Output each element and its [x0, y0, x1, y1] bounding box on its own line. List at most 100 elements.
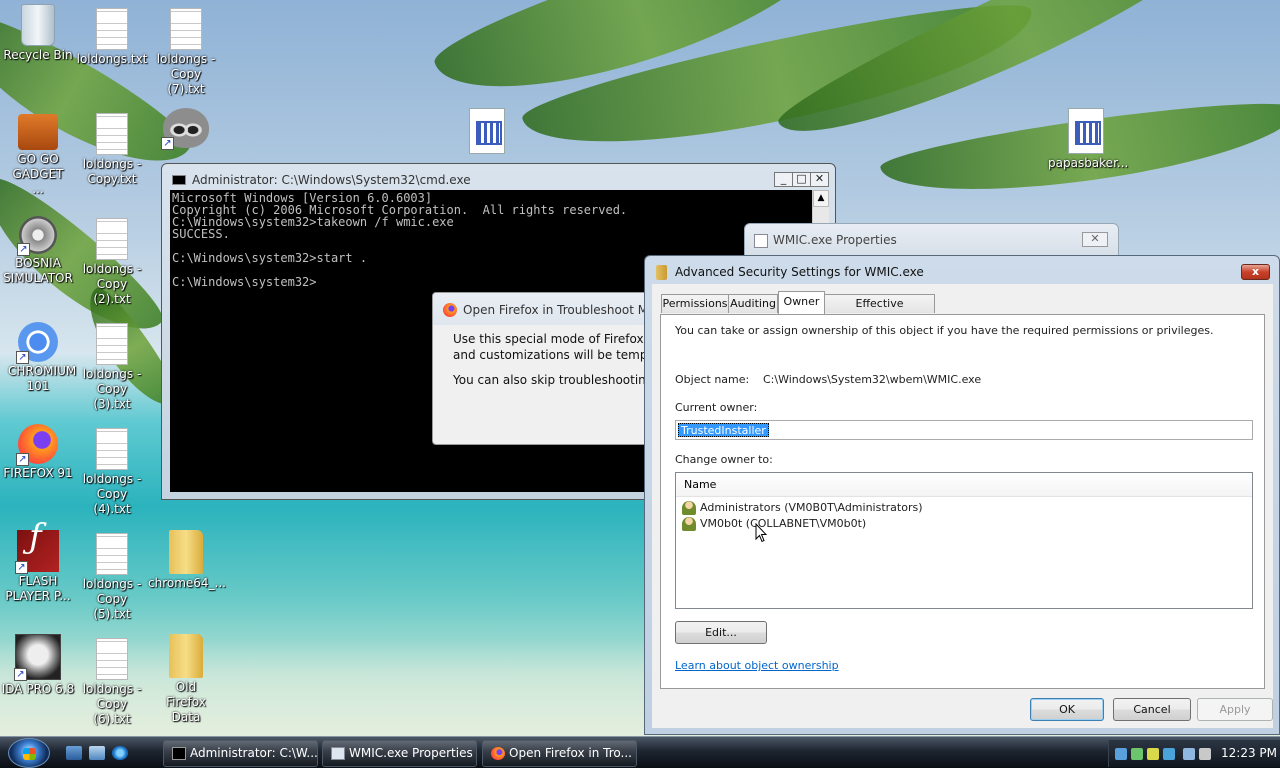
current-owner-field[interactable]: TrustedInstaller	[675, 420, 1253, 440]
apply-button[interactable]: Apply	[1197, 698, 1273, 721]
desktop-icon-loldongs-copy[interactable]: loldongs - Copy.txt	[74, 113, 150, 187]
tray-network-icon[interactable]	[1115, 748, 1127, 760]
owner-tab-panel: You can take or assign ownership of this…	[660, 314, 1265, 689]
desktop-icon-loldongs-copy-4[interactable]: loldongs - Copy (4).txt	[74, 428, 150, 517]
taskbar-button-cmd[interactable]: Administrator: C:\W...	[163, 740, 318, 767]
firefox-icon	[443, 303, 457, 317]
start-button[interactable]	[8, 738, 50, 768]
cmd-title: Administrator: C:\Windows\System32\cmd.e…	[192, 173, 471, 187]
group-icon	[682, 501, 696, 515]
properties-icon	[331, 747, 345, 760]
tray-app-icon[interactable]	[1131, 748, 1143, 760]
console-icon	[172, 747, 186, 760]
current-owner-value: TrustedInstaller	[678, 423, 769, 437]
list-item-vm0b0t[interactable]: VM0b0t (COLLABNET\VM0b0t)	[682, 516, 866, 532]
application-icon	[1068, 108, 1104, 154]
desktop-icon-chrome64[interactable]: chrome64_...	[148, 530, 226, 591]
list-header-name[interactable]: Name	[676, 473, 1252, 497]
internet-explorer-icon[interactable]	[112, 746, 128, 760]
flash-player-icon: ↗	[15, 530, 59, 574]
recycle-bin-icon	[21, 4, 55, 46]
text-file-icon	[96, 533, 128, 575]
mouse-cursor-icon	[755, 523, 767, 543]
tab-owner[interactable]: Owner	[778, 291, 825, 314]
tab-auditing[interactable]: Auditing	[728, 294, 778, 313]
text-file-icon	[96, 428, 128, 470]
tab-permissions[interactable]: Permissions	[661, 294, 729, 313]
advanced-security-title: Advanced Security Settings for WMIC.exe	[675, 265, 924, 279]
text-file-icon	[96, 218, 128, 260]
firefox-troubleshoot-dialog[interactable]: Open Firefox in Troubleshoot Mode Use th…	[432, 292, 672, 445]
cancel-button[interactable]: Cancel	[1113, 698, 1191, 721]
text-file-icon	[170, 8, 202, 50]
close-button[interactable]: ✕	[810, 172, 829, 187]
text-file-icon	[96, 8, 128, 50]
volume-muted-icon[interactable]	[1199, 748, 1211, 760]
taskbar: Administrator: C:\W... WMIC.exe Properti…	[0, 736, 1280, 768]
advanced-security-content: Permissions Auditing Owner Effective Per…	[652, 284, 1273, 728]
object-name-label: Object name:	[675, 373, 750, 386]
desktop-icon-firefox[interactable]: ↗ FIREFOX 91	[0, 424, 76, 481]
console-icon	[172, 175, 186, 185]
desktop-icon-loldongs-copy-3[interactable]: loldongs - Copy (3).txt	[74, 323, 150, 412]
text-file-icon	[96, 113, 128, 155]
show-desktop-icon[interactable]	[66, 746, 82, 760]
desktop-icon-loldongs-copy-2[interactable]: loldongs - Copy (2).txt	[74, 218, 150, 307]
raccoon-icon: ↗	[161, 108, 209, 150]
edit-button[interactable]: Edit...	[675, 621, 767, 644]
advanced-security-title-bar[interactable]: Advanced Security Settings for WMIC.exe …	[645, 256, 1279, 284]
ida-pro-icon: ↗	[14, 634, 61, 681]
cmd-title-bar[interactable]: Administrator: C:\Windows\System32\cmd.e…	[162, 164, 835, 192]
wmic-properties-title: WMIC.exe Properties	[773, 233, 897, 247]
switch-windows-icon[interactable]	[89, 746, 105, 760]
folder-icon	[169, 634, 203, 678]
text-file-icon	[96, 323, 128, 365]
desktop-icon-loldongs[interactable]: loldongs.txt	[74, 8, 150, 67]
tray-app-icon[interactable]	[1163, 748, 1175, 760]
intro-text: You can take or assign ownership of this…	[675, 324, 1214, 337]
application-icon	[469, 108, 505, 154]
tab-effective-permissions[interactable]: Effective Permissions	[824, 294, 935, 327]
desktop-icon-ida-pro[interactable]: ↗ IDA PRO 6.8	[0, 634, 76, 697]
chromium-icon: ↗	[16, 322, 58, 364]
firefox-dialog-text-2: and customizations will be temporar	[453, 348, 672, 362]
ok-button[interactable]: OK	[1030, 698, 1104, 721]
desktop-icon-loldongs-copy-6[interactable]: loldongs - Copy (6).txt	[74, 638, 150, 727]
desktop-icon-loldongs-copy-7[interactable]: loldongs - Copy (7).txt	[148, 8, 224, 97]
maximize-button[interactable]: □	[792, 172, 811, 187]
close-button[interactable]: ✕	[1082, 232, 1108, 247]
firefox-dialog-title: Open Firefox in Troubleshoot Mode	[463, 303, 671, 317]
list-item-administrators[interactable]: Administrators (VM0B0T\Administrators)	[682, 500, 923, 516]
scroll-up-arrow-icon[interactable]: ▲	[813, 190, 829, 207]
wmic-properties-window[interactable]: WMIC.exe Properties ✕	[744, 223, 1119, 259]
current-owner-label: Current owner:	[675, 401, 758, 414]
minimize-button[interactable]: _	[774, 172, 793, 187]
lock-icon	[656, 265, 667, 280]
taskbar-button-wmic-properties[interactable]: WMIC.exe Properties	[322, 740, 477, 767]
folder-icon	[169, 530, 203, 574]
briefcase-icon	[18, 114, 58, 150]
taskbar-button-firefox-dialog[interactable]: Open Firefox in Tro...	[482, 740, 637, 767]
system-tray: 12:23 PM	[1108, 740, 1280, 767]
gear-icon: ↗	[17, 216, 57, 256]
desktop-icon-loldongs-copy-5[interactable]: loldongs - Copy (5).txt	[74, 533, 150, 622]
object-name-value: C:\Windows\System32\wbem\WMIC.exe	[763, 373, 982, 386]
desktop-icon-raccoon[interactable]: ↗	[148, 108, 224, 150]
change-owner-label: Change owner to:	[675, 453, 773, 466]
learn-ownership-link[interactable]: Learn about object ownership	[675, 659, 839, 672]
clock[interactable]: 12:23 PM	[1221, 746, 1277, 760]
network-icon[interactable]	[1183, 748, 1195, 760]
properties-icon	[754, 234, 768, 248]
desktop-icon-chromium[interactable]: ↗ CHROMIUM 101	[0, 322, 76, 394]
advanced-security-settings-window[interactable]: Advanced Security Settings for WMIC.exe …	[644, 255, 1280, 735]
desktop-icon-application[interactable]	[449, 108, 525, 156]
desktop-icon-papasbakeria[interactable]: papasbaker...	[1048, 108, 1128, 171]
desktop-icon-recycle-bin[interactable]: Recycle Bin	[0, 4, 76, 63]
desktop-icon-bosnia-simulator[interactable]: ↗ BOSNIA SIMULATOR	[0, 216, 76, 286]
desktop-icon-flash-player[interactable]: ↗ FLASH PLAYER P...	[0, 530, 76, 604]
firefox-dialog-title-bar[interactable]: Open Firefox in Troubleshoot Mode	[433, 293, 671, 325]
desktop-icon-old-firefox-data[interactable]: Old Firefox Data	[148, 634, 224, 725]
tray-app-icon[interactable]	[1147, 748, 1159, 760]
desktop-icon-go-go-gadget[interactable]: GO GO GADGET ...	[0, 108, 76, 197]
close-button[interactable]: x	[1241, 264, 1270, 280]
